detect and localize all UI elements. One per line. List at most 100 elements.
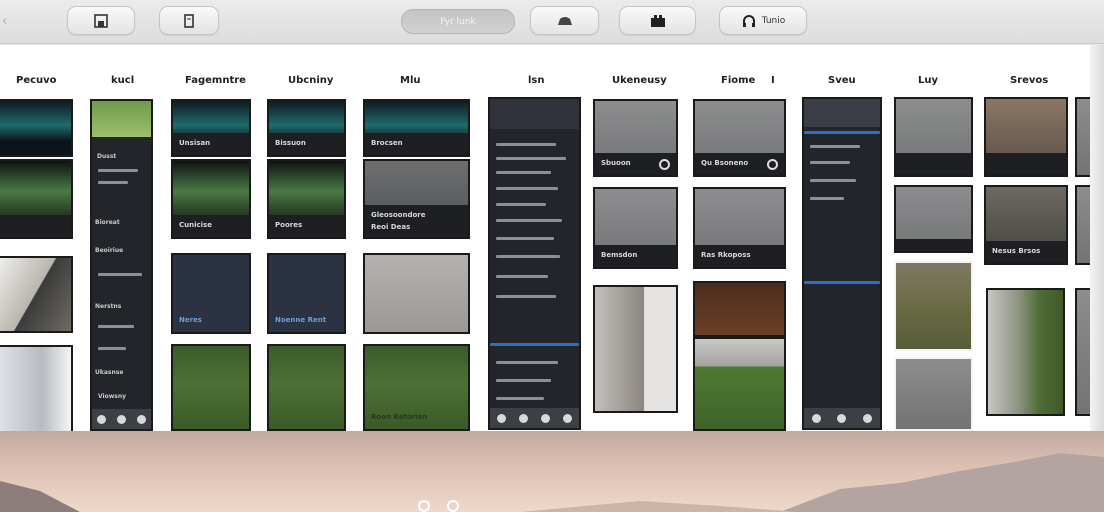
list-line bbox=[496, 203, 546, 206]
photo-thumbnail[interactable]: Nesus Brsos bbox=[984, 185, 1068, 265]
thumbnail-caption: Cunicise bbox=[173, 215, 249, 237]
photo-thumbnail[interactable] bbox=[693, 337, 786, 431]
column-label: Ubcniny bbox=[288, 75, 334, 86]
status-ring-icon bbox=[659, 159, 670, 170]
photo-thumbnail[interactable]: Cunicise bbox=[171, 159, 251, 239]
edit-button[interactable] bbox=[159, 6, 219, 35]
footer-icon[interactable] bbox=[541, 413, 551, 423]
thumbnail-caption: Bemsdon bbox=[595, 245, 676, 267]
column-label: lsn bbox=[528, 75, 545, 86]
list-line bbox=[98, 273, 142, 276]
column-label: Mlu bbox=[400, 75, 421, 86]
list-line bbox=[496, 219, 562, 222]
music-button[interactable]: Tunio bbox=[719, 6, 807, 35]
search-field[interactable]: Fyr lunk bbox=[401, 9, 515, 34]
mountains-icon bbox=[0, 453, 1104, 512]
photo-thumbnail[interactable] bbox=[1075, 97, 1090, 177]
photo-thumbnail[interactable]: Gleosoondore Reoi Deas bbox=[363, 159, 470, 239]
back-arrow-icon[interactable]: ‹ bbox=[2, 14, 7, 29]
panel-header-image bbox=[92, 101, 151, 137]
photo-thumbnail[interactable] bbox=[1075, 185, 1090, 265]
settings-panel-thumbnail[interactable]: Dusst Bioreat Beoiriue Nerstns Ukasnse V… bbox=[90, 99, 153, 431]
photo-thumbnail[interactable] bbox=[894, 97, 973, 177]
save-icon bbox=[94, 13, 108, 28]
panel-text: Viowsny bbox=[98, 393, 127, 400]
photo-thumbnail[interactable]: Brocsen bbox=[363, 99, 470, 157]
list-panel-thumbnail[interactable] bbox=[802, 97, 882, 430]
dock-icon[interactable] bbox=[447, 500, 459, 512]
photo-thumbnail[interactable] bbox=[593, 285, 678, 413]
list-panel-thumbnail[interactable] bbox=[488, 97, 581, 430]
photo-thumbnail[interactable] bbox=[986, 288, 1065, 416]
photo-thumbnail[interactable]: Sbuoon bbox=[593, 99, 678, 177]
list-line bbox=[496, 157, 566, 160]
photo-thumbnail[interactable]: Noenne Rent bbox=[267, 253, 346, 334]
photo-thumbnail[interactable] bbox=[894, 357, 973, 431]
footer-icon[interactable] bbox=[563, 413, 573, 423]
desktop-wallpaper bbox=[0, 431, 1104, 512]
footer-icon[interactable] bbox=[116, 414, 126, 424]
photo-thumbnail[interactable] bbox=[693, 281, 786, 337]
headphones-icon bbox=[742, 14, 755, 27]
photo-thumbnail[interactable] bbox=[0, 99, 73, 157]
thumbnail-caption: Bissuon bbox=[269, 133, 344, 155]
list-line bbox=[496, 295, 556, 298]
photo-thumbnail[interactable]: Qu Bsoneno bbox=[693, 99, 786, 177]
column-label-extra: I bbox=[771, 75, 775, 86]
photo-thumbnail[interactable] bbox=[363, 253, 470, 334]
photo-thumbnail[interactable]: Ras Rkoposs bbox=[693, 187, 786, 269]
photo-thumbnail[interactable] bbox=[894, 185, 973, 253]
photo-thumbnail[interactable] bbox=[0, 345, 73, 431]
photo-thumbnail[interactable]: Unsisan bbox=[171, 99, 251, 157]
footer-icon[interactable] bbox=[518, 413, 528, 423]
list-line bbox=[810, 197, 844, 200]
panel-text: Beoiriue bbox=[95, 247, 124, 254]
photo-thumbnail[interactable]: Neres bbox=[171, 253, 251, 334]
footer-icon[interactable] bbox=[97, 414, 107, 424]
footer-icon[interactable] bbox=[862, 413, 872, 423]
panel-footer bbox=[92, 409, 151, 429]
photo-thumbnail[interactable] bbox=[0, 256, 73, 333]
image-gallery: Pecuvo kucl Fagemntre Ubcniny Mlu lsn Uk… bbox=[0, 45, 1090, 431]
caption-line: Gleosoondore bbox=[371, 211, 426, 219]
thumbnail-caption bbox=[896, 239, 971, 251]
car-button[interactable] bbox=[530, 6, 599, 35]
list-line bbox=[98, 347, 126, 350]
dock-icon[interactable] bbox=[418, 500, 430, 512]
photo-thumbnail[interactable] bbox=[1075, 288, 1090, 416]
column-label: Pecuvo bbox=[16, 75, 57, 86]
save-button[interactable] bbox=[67, 6, 135, 35]
selection-highlight bbox=[490, 343, 579, 346]
footer-icon[interactable] bbox=[812, 413, 822, 423]
photos-icon bbox=[650, 14, 665, 27]
photo-thumbnail[interactable] bbox=[267, 344, 346, 431]
thumbnail-caption: Poores bbox=[269, 215, 344, 237]
photo-thumbnail[interactable]: Bissuon bbox=[267, 99, 346, 157]
panel-text: Bioreat bbox=[95, 219, 120, 226]
list-line bbox=[496, 171, 551, 174]
scrollbar[interactable] bbox=[1090, 45, 1104, 431]
list-line bbox=[98, 325, 134, 328]
list-line bbox=[496, 397, 544, 400]
column-label: kucl bbox=[111, 75, 135, 86]
photos-button[interactable] bbox=[619, 6, 696, 35]
footer-icon[interactable] bbox=[136, 414, 146, 424]
photo-thumbnail[interactable] bbox=[984, 97, 1068, 177]
photo-thumbnail[interactable]: Roon Ketorien bbox=[363, 344, 470, 431]
search-placeholder: Fyr lunk bbox=[440, 16, 476, 27]
column-label: Ukeneusy bbox=[612, 75, 667, 86]
column-label: Luy bbox=[918, 75, 939, 86]
photo-thumbnail[interactable] bbox=[171, 344, 251, 431]
selection-highlight bbox=[804, 281, 880, 284]
footer-icon[interactable] bbox=[496, 413, 506, 423]
thumbnail-caption: Ras Rkoposs bbox=[695, 245, 784, 267]
photo-thumbnail[interactable] bbox=[0, 159, 73, 239]
photo-thumbnail[interactable] bbox=[894, 261, 973, 351]
panel-header bbox=[490, 99, 579, 129]
panel-footer bbox=[490, 408, 579, 428]
list-line bbox=[810, 145, 860, 148]
photo-thumbnail[interactable]: Bemsdon bbox=[593, 187, 678, 269]
music-button-label: Tunio bbox=[761, 15, 786, 26]
footer-icon[interactable] bbox=[837, 413, 847, 423]
photo-thumbnail[interactable]: Poores bbox=[267, 159, 346, 239]
